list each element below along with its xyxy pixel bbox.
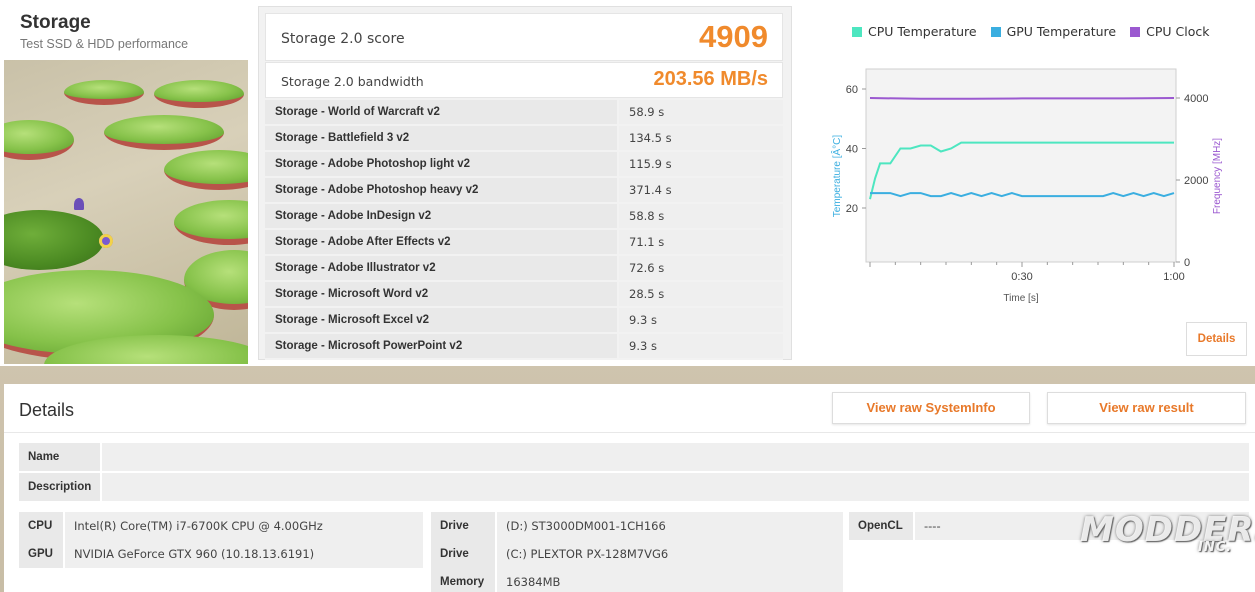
view-raw-result-button[interactable]: View raw result bbox=[1047, 392, 1246, 424]
bandwidth-value: 203.56 MB/s bbox=[653, 68, 768, 90]
drive-row: Drive (D:) ST3000DM001-1CH166 bbox=[431, 512, 843, 540]
score-panel: Storage 2.0 score 4909 Storage 2.0 bandw… bbox=[258, 6, 792, 360]
y2-tick-label: 2000 bbox=[1184, 175, 1208, 187]
test-title-card: Storage Test SSD & HDD performance bbox=[4, 0, 248, 366]
subtest-name: Storage - Adobe Photoshop heavy v2 bbox=[265, 178, 617, 202]
subtest-name: Storage - World of Warcraft v2 bbox=[265, 100, 617, 124]
subtest-row: Storage - World of Warcraft v2 58.9 s bbox=[265, 100, 783, 126]
test-subtitle: Test SSD & HDD performance bbox=[20, 37, 189, 51]
memory-label: Memory bbox=[431, 568, 495, 592]
watermark-sub: INC. bbox=[1198, 540, 1233, 555]
bandwidth-row: Storage 2.0 bandwidth 203.56 MB/s bbox=[265, 62, 783, 98]
subtest-time: 71.1 s bbox=[619, 230, 783, 254]
x-tick-label: 0:30 bbox=[1011, 271, 1032, 283]
chart-details-button[interactable]: Details bbox=[1186, 322, 1247, 356]
y-tick-label: 60 bbox=[846, 84, 858, 96]
subtest-row: Storage - Adobe InDesign v2 58.8 s bbox=[265, 204, 783, 230]
x-tick-label: 1:00 bbox=[1163, 271, 1184, 283]
series-line-cpu-clock bbox=[869, 97, 1175, 100]
view-raw-systeminfo-button[interactable]: View raw SystemInfo bbox=[832, 392, 1030, 424]
subtest-row: Storage - Adobe Illustrator v2 72.6 s bbox=[265, 256, 783, 282]
subtest-time: 58.9 s bbox=[619, 100, 783, 124]
subtest-row: Storage - Microsoft Excel v2 9.3 s bbox=[265, 308, 783, 334]
subtest-list: Storage - World of Warcraft v2 58.9 s Sto… bbox=[265, 100, 783, 360]
description-label: Description bbox=[19, 473, 100, 501]
drive-label: Drive bbox=[431, 512, 495, 540]
subtest-name: Storage - Battlefield 3 v2 bbox=[265, 126, 617, 150]
watermark-logo: MODDERS INC. bbox=[1080, 510, 1255, 555]
y2-axis-label: Frequency [MHz] bbox=[1212, 138, 1223, 214]
memory-value: 16384MB bbox=[497, 568, 843, 592]
subtest-time: 28.5 s bbox=[619, 282, 783, 306]
subtest-time: 9.3 s bbox=[619, 334, 783, 358]
details-section: Details View raw SystemInfo View raw res… bbox=[4, 384, 1255, 592]
y-tick-label: 20 bbox=[846, 203, 858, 215]
cpu-row: CPU Intel(R) Core(TM) i7-6700K CPU @ 4.0… bbox=[19, 512, 423, 540]
details-title: Details bbox=[19, 400, 75, 420]
lotus-flower bbox=[74, 198, 84, 210]
subtest-row: Storage - Microsoft Word v2 28.5 s bbox=[265, 282, 783, 308]
lotus-flower bbox=[99, 234, 113, 248]
y-tick-label: 40 bbox=[846, 144, 858, 156]
monitoring-chart-panel: CPU Temperature GPU Temperature CPU Cloc… bbox=[802, 6, 1253, 360]
monitoring-chart: 20 40 60 0 2000 4000 0:30 1:00 Temperature [Â°C… bbox=[830, 68, 1223, 304]
drive-label: Drive bbox=[431, 540, 495, 568]
subtest-name: Storage - Microsoft Excel v2 bbox=[265, 308, 617, 332]
subtest-name: Storage - Adobe Photoshop light v2 bbox=[265, 152, 617, 176]
description-value[interactable] bbox=[102, 473, 1249, 501]
subtest-row: Storage - Adobe Photoshop heavy v2 371.4 … bbox=[265, 178, 783, 204]
score-row: Storage 2.0 score 4909 bbox=[265, 13, 783, 61]
description-row: Description bbox=[19, 473, 1249, 501]
subtest-time: 72.6 s bbox=[619, 256, 783, 280]
subtest-time: 58.8 s bbox=[619, 204, 783, 228]
cpu-label: CPU bbox=[19, 512, 63, 540]
name-value[interactable] bbox=[102, 443, 1249, 471]
drive-value: (D:) ST3000DM001-1CH166 bbox=[497, 512, 843, 540]
gpu-value: NVIDIA GeForce GTX 960 (10.18.13.6191) bbox=[65, 540, 423, 568]
subtest-row: Storage - Adobe Photoshop light v2 115.9 … bbox=[265, 152, 783, 178]
drive-value: (C:) PLEXTOR PX-128M7VG6 bbox=[497, 540, 843, 568]
y2-tick-label: 4000 bbox=[1184, 93, 1208, 105]
subtest-time: 115.9 s bbox=[619, 152, 783, 176]
opencl-label: OpenCL bbox=[849, 512, 913, 540]
gpu-label: GPU bbox=[19, 540, 63, 568]
subtest-row: Storage - Battlefield 3 v2 134.5 s bbox=[265, 126, 783, 152]
subtest-row: Storage - Microsoft PowerPoint v2 9.3 s bbox=[265, 334, 783, 360]
test-title: Storage bbox=[20, 12, 91, 33]
subtest-name: Storage - Adobe InDesign v2 bbox=[265, 204, 617, 228]
subtest-name: Storage - Microsoft Word v2 bbox=[265, 282, 617, 306]
subtest-time: 134.5 s bbox=[619, 126, 783, 150]
subtest-name: Storage - Adobe Illustrator v2 bbox=[265, 256, 617, 280]
y-axis-label: Temperature [Â°C] bbox=[830, 135, 843, 218]
gpu-row: GPU NVIDIA GeForce GTX 960 (10.18.13.619… bbox=[19, 540, 423, 568]
y2-tick-label: 0 bbox=[1184, 257, 1190, 269]
subtest-time: 371.4 s bbox=[619, 178, 783, 202]
water-lily-image bbox=[4, 60, 248, 364]
bandwidth-label: Storage 2.0 bandwidth bbox=[281, 74, 424, 89]
name-row: Name bbox=[19, 443, 1249, 471]
x-axis-label: Time [s] bbox=[1003, 293, 1038, 304]
details-divider bbox=[4, 432, 1255, 433]
score-value: 4909 bbox=[699, 19, 768, 54]
subtest-time: 9.3 s bbox=[619, 308, 783, 332]
subtest-row: Storage - Adobe After Effects v2 71.1 s bbox=[265, 230, 783, 256]
subtest-name: Storage - Microsoft PowerPoint v2 bbox=[265, 334, 617, 358]
subtest-name: Storage - Adobe After Effects v2 bbox=[265, 230, 617, 254]
cpu-value: Intel(R) Core(TM) i7-6700K CPU @ 4.00GHz bbox=[65, 512, 423, 540]
score-label: Storage 2.0 score bbox=[281, 31, 405, 47]
memory-row: Memory 16384MB bbox=[431, 568, 843, 592]
name-label: Name bbox=[19, 443, 100, 471]
drive-row: Drive (C:) PLEXTOR PX-128M7VG6 bbox=[431, 540, 843, 568]
